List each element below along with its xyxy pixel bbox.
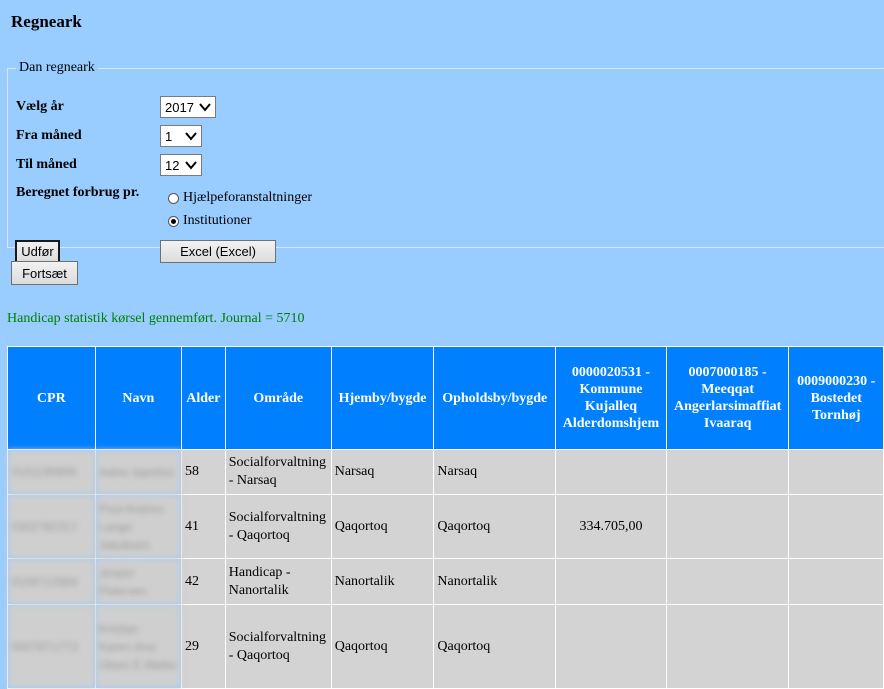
radio-button[interactable] [168,192,179,204]
table-row: 0302782317 Poul Andreo Lange Jakobsen 41… [7,494,884,559]
col-header-omraade: Område [224,346,332,450]
cell-institution-1 [555,449,667,495]
cell-age: 29 [180,604,226,689]
year-select-value: 2017 [165,99,194,115]
cell-institution-3 [788,558,884,605]
cell-name: Kristian Karen-Ane Olsen E Malke [94,604,182,689]
continue-button[interactable]: Fortsæt [11,261,78,285]
cell-institution-2 [665,604,790,689]
cell-age: 41 [180,494,226,559]
cell-home: Qaqortoq [330,604,435,689]
cell-stay: Qaqortoq [433,494,557,559]
to-month-label: Til måned [16,157,77,172]
cell-stay: Nanortalik [433,558,557,605]
cell-institution-3 [788,449,884,495]
cell-age: 58 [180,449,226,495]
cell-area: Socialforvaltning - Qaqortoq [224,494,332,559]
cell-institution-1: 334.705,00 [555,494,667,559]
col-header-cpr: CPR [7,346,96,450]
cell-name: Poul Andreo Lange Jakobsen [94,494,182,559]
from-month-label: Fra måned [16,128,82,143]
year-label: Vælg år [16,99,64,114]
cell-cpr: 0104712684 [7,558,96,605]
cell-home: Nanortalik [330,558,435,605]
table-row: 0104712684 Jesper Petersen 42 Handicap -… [7,558,884,605]
create-spreadsheet-fieldset: Dan regneark Vælg år 2017 Fra måned 1 Ti… [7,60,884,263]
from-month-select[interactable]: 1 [160,125,202,147]
result-table: CPR Navn Alder Område Hjemby/bygde Ophol… [7,346,884,689]
cell-institution-2 [665,449,790,495]
table-header-row: CPR Navn Alder Område Hjemby/bygde Ophol… [7,346,884,450]
col-header-institution-1: 0000020531 - Kommune Kujalleq Alderdomsh… [555,346,667,450]
radio-button-selected[interactable] [168,215,179,227]
chevron-down-icon [185,132,197,141]
calc-per-label: Beregnet forbrug pr. [16,185,140,200]
cell-institution-1 [555,558,667,605]
cell-home: Qaqortoq [330,494,435,559]
cell-area: Socialforvaltning - Narsaq [224,449,332,495]
to-month-value: 12 [165,157,180,173]
cell-institution-3 [788,494,884,559]
col-header-institution-3: 0009000230 - Bostedet Tornhøj [788,346,884,450]
cell-area: Socialforvaltning - Qaqortoq [224,604,332,689]
cell-cpr: 0007871773 [7,604,96,689]
cell-cpr: 0302782317 [7,494,96,559]
cell-home: Narsaq [330,449,435,495]
excel-button[interactable]: Excel (Excel) [160,240,276,263]
cell-stay: Qaqortoq [433,604,557,689]
fieldset-legend: Dan regneark [19,60,95,75]
chevron-down-icon [199,103,211,112]
status-message: Handicap statistik kørsel gennemført. Jo… [7,311,305,326]
radio-label: Institutioner [183,213,252,228]
col-header-institution-2: 0007000185 - Meeqqat Angerlarsimaffiat I… [665,346,790,450]
cell-institution-3 [788,604,884,689]
cell-institution-2 [665,494,790,559]
cell-area: Handicap - Nanortalik [224,558,332,605]
page-title: Regneark [11,12,82,31]
table-row: 0101190806 Aaloo Ippolisa 58 Socialforva… [7,449,884,495]
cell-stay: Narsaq [433,449,557,495]
cell-cpr: 0101190806 [7,449,96,495]
chevron-down-icon [185,161,197,170]
table-row: 0007871773 Kristian Karen-Ane Olsen E Ma… [7,604,884,689]
execute-button[interactable]: Udfør [15,240,60,263]
col-header-opholdsby: Opholdsby/bygde [433,346,557,450]
cell-age: 42 [180,558,226,605]
col-header-alder: Alder [180,346,226,450]
cell-institution-2 [665,558,790,605]
col-header-hjemby: Hjemby/bygde [330,346,435,450]
radio-institutioner[interactable]: Institutioner [168,213,251,229]
cell-institution-1 [555,604,667,689]
to-month-select[interactable]: 12 [160,154,202,176]
cell-name: Aaloo Ippolisa [94,449,182,495]
year-select[interactable]: 2017 [160,96,216,118]
radio-hjaelpeforanstaltninger[interactable]: Hjælpeforanstaltninger [168,190,312,206]
radio-label: Hjælpeforanstaltninger [183,190,313,205]
from-month-value: 1 [165,128,173,144]
col-header-navn: Navn [94,346,182,450]
cell-name: Jesper Petersen [94,558,182,605]
